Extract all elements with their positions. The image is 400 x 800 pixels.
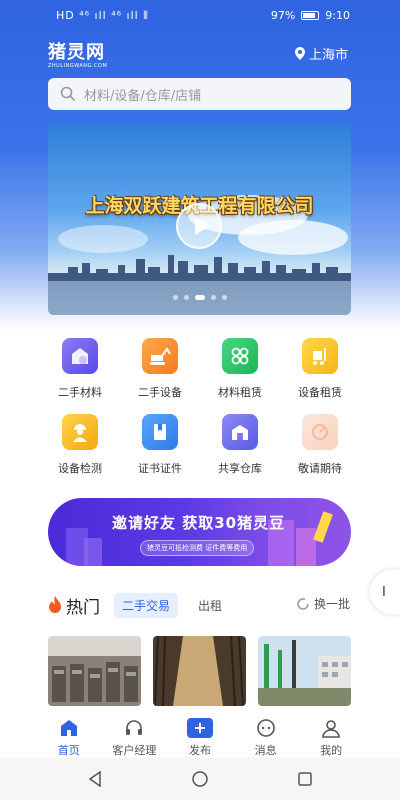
- carousel-dot-active[interactable]: [194, 295, 205, 300]
- location-pin-icon: [294, 47, 305, 60]
- status-right: 97% 9:10: [271, 9, 350, 22]
- category-coming-soon[interactable]: 敬请期待: [280, 414, 360, 476]
- refresh-label: 换一批: [314, 597, 351, 611]
- steel-rebar-image: [153, 636, 246, 706]
- recents-icon[interactable]: [298, 772, 312, 786]
- forklift-icon: [302, 338, 338, 374]
- play-video-icon[interactable]: [176, 203, 222, 249]
- fire-icon: [49, 596, 61, 613]
- battery-icon: [301, 11, 320, 20]
- headset-icon: [126, 720, 143, 735]
- carousel-dot[interactable]: [210, 295, 216, 300]
- nav-messages[interactable]: 消息: [238, 706, 294, 758]
- hot-section-header: 热门 二手交易 出租 换一批: [48, 592, 358, 618]
- hot-title: 热门: [48, 593, 100, 618]
- used-materials-icon: [62, 338, 98, 374]
- nav-profile[interactable]: 我的: [303, 706, 359, 758]
- status-bar: HD ⁴⁶ ıll ⁴⁶ ıll ⫴ 97% 9:10: [0, 0, 400, 32]
- home-icon: [60, 720, 77, 736]
- category-equipment-inspection[interactable]: 设备检测: [40, 414, 120, 476]
- nav-account-manager[interactable]: 客户经理: [106, 706, 162, 758]
- nav-label: 消息: [254, 744, 277, 757]
- logo-text: 猪灵网: [48, 42, 105, 63]
- nav-label: 发布: [188, 744, 211, 757]
- construction-site-image: [258, 636, 351, 706]
- search-icon: [60, 86, 76, 102]
- carousel-dot[interactable]: [183, 295, 189, 300]
- home-circle-icon[interactable]: [192, 771, 208, 787]
- hot-title-text: 热门: [66, 597, 100, 618]
- profile-icon: [322, 720, 340, 738]
- tab-second-hand-trade[interactable]: 二手交易: [114, 592, 179, 618]
- refresh-icon: [297, 597, 309, 610]
- invite-title: 邀请好友 获取30猪灵豆: [112, 514, 286, 532]
- hot-items-list: [48, 636, 351, 706]
- logo-subtext: ZHULINGWANG.COM: [48, 63, 108, 69]
- city-name: 上海市: [308, 48, 348, 63]
- category-certificates[interactable]: 证书证件: [120, 414, 200, 476]
- app-logo[interactable]: 猪灵网 ZHULINGWANG.COM: [48, 38, 107, 69]
- handle-glyph: I: [382, 584, 386, 600]
- promo-banner[interactable]: 上海双跃建筑工程有限公司: [48, 125, 351, 315]
- side-floating-handle[interactable]: I: [370, 570, 400, 614]
- nav-publish[interactable]: 发布: [172, 706, 228, 758]
- coming-soon-icon: [302, 414, 338, 450]
- carousel-dots: [48, 295, 351, 300]
- search-bar[interactable]: 材料/设备/仓库/店铺: [48, 78, 351, 110]
- nav-label: 首页: [57, 744, 80, 757]
- message-icon: [256, 719, 275, 737]
- tab-rent[interactable]: 出租: [190, 593, 230, 618]
- warehouse-icon: [222, 414, 258, 450]
- app-page: HD ⁴⁶ ıll ⁴⁶ ıll ⫴ 97% 9:10 猪灵网 ZHULINGW…: [0, 0, 400, 800]
- nav-label: 客户经理: [112, 744, 157, 757]
- category-used-materials[interactable]: 二手材料: [40, 338, 120, 400]
- category-label: 材料租赁: [218, 386, 262, 399]
- steel-sheet-piles-image: [48, 636, 141, 706]
- pipes-icon: [222, 338, 258, 374]
- certificate-icon: [142, 414, 178, 450]
- category-label: 二手设备: [138, 386, 182, 399]
- category-label: 证书证件: [138, 462, 182, 475]
- bottom-navigation: 首页 客户经理 发布 消息 我的: [0, 706, 400, 758]
- category-label: 设备租赁: [298, 386, 342, 399]
- category-label: 二手材料: [58, 386, 102, 399]
- category-label: 共享仓库: [218, 462, 262, 475]
- excavator-icon: [142, 338, 178, 374]
- category-label: 敬请期待: [298, 462, 342, 475]
- category-equipment-rental[interactable]: 设备租赁: [280, 338, 360, 400]
- carousel-dot[interactable]: [221, 295, 227, 300]
- category-label: 设备检测: [58, 462, 102, 475]
- battery-percent: 97%: [270, 9, 296, 22]
- carousel-dot[interactable]: [172, 295, 178, 300]
- back-icon[interactable]: [88, 771, 102, 787]
- category-material-rental[interactable]: 材料租赁: [200, 338, 280, 400]
- category-shared-warehouse[interactable]: 共享仓库: [200, 414, 280, 476]
- category-grid: 二手材料 二手设备 材料租赁 设备租赁 设备检测 证书证件 共享仓库 敬请期待: [40, 338, 360, 476]
- hot-item-thumbnail[interactable]: [153, 636, 246, 706]
- publish-icon: [186, 718, 213, 738]
- city-selector[interactable]: 上海市: [294, 44, 348, 63]
- signal-indicators: HD ⁴⁶ ıll ⁴⁶ ıll ⫴: [56, 9, 149, 22]
- cloud-decoration: [238, 220, 348, 255]
- invite-friends-banner[interactable]: 邀请好友 获取30猪灵豆 猪灵豆可抵检测费 证件费等费用: [48, 498, 351, 566]
- hot-item-thumbnail[interactable]: [48, 636, 141, 706]
- invite-subtitle: 猪灵豆可抵检测费 证件费等费用: [140, 540, 255, 556]
- inspector-icon: [62, 414, 98, 450]
- category-used-equipment[interactable]: 二手设备: [120, 338, 200, 400]
- search-placeholder: 材料/设备/仓库/店铺: [84, 88, 202, 104]
- nav-label: 我的: [320, 744, 343, 757]
- clock: 9:10: [325, 9, 350, 22]
- refresh-button[interactable]: 换一批: [296, 595, 350, 612]
- nav-home[interactable]: 首页: [41, 706, 97, 758]
- system-navigation-bar: [0, 758, 400, 800]
- cloud-decoration: [58, 225, 148, 253]
- hot-item-thumbnail[interactable]: [258, 636, 351, 706]
